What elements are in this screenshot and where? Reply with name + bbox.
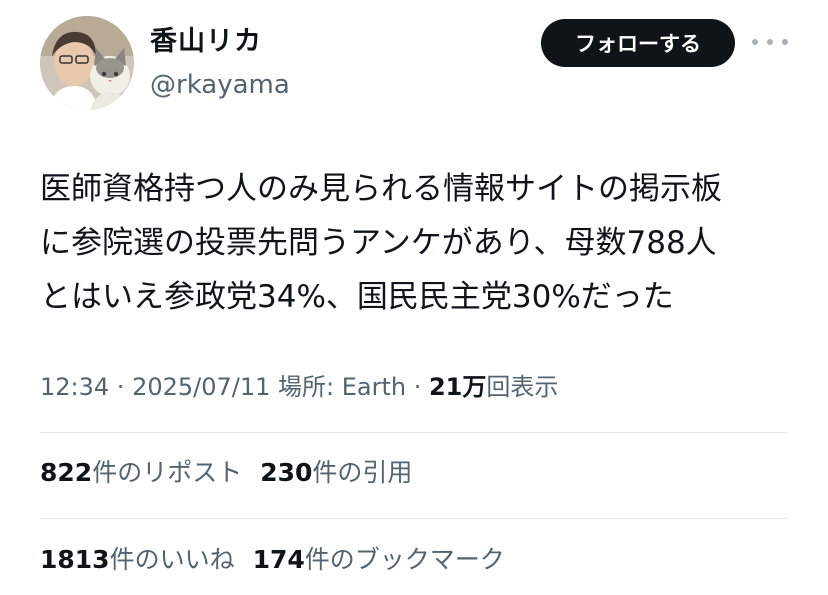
bookmarks-stat[interactable]: 174件のブックマーク	[253, 545, 505, 574]
views-label: 回表示	[486, 373, 559, 401]
tweet-meta: 12:34 · 2025/07/11 場所: Earth · 21万回表示	[40, 369, 558, 405]
bookmarks-label: 件のブックマーク	[304, 545, 505, 574]
reposts-label: 件のリポスト	[92, 458, 243, 487]
more-horizontal-icon[interactable]	[752, 30, 788, 54]
likes-count: 1813	[40, 545, 110, 574]
reposts-count: 822	[40, 458, 93, 487]
tweet-header: 香山リカ @rkayama フォローする	[0, 0, 828, 130]
more-dot	[782, 39, 788, 45]
bookmarks-count: 174	[252, 545, 305, 574]
quotes-count: 230	[260, 458, 313, 487]
follow-button[interactable]: フォローする	[541, 19, 735, 67]
user-handle[interactable]: @rkayama	[150, 68, 290, 102]
tweet-location: 場所: Earth	[270, 373, 407, 401]
divider	[40, 432, 788, 433]
display-name[interactable]: 香山リカ	[150, 24, 262, 60]
avatar-image	[40, 16, 134, 110]
divider	[40, 518, 788, 519]
tweet-time[interactable]: 12:34	[40, 373, 109, 401]
likes-label: 件のいいね	[109, 545, 235, 574]
more-dot	[752, 39, 758, 45]
meta-separator: ·	[109, 373, 133, 401]
quotes-label: 件の引用	[312, 458, 413, 487]
avatar[interactable]	[40, 16, 134, 110]
stats-row-reposts: 822件のリポスト 230件の引用	[40, 455, 430, 491]
reposts-stat[interactable]: 822件のリポスト	[40, 458, 242, 487]
more-dot	[767, 39, 773, 45]
stats-row-likes: 1813件のいいね 174件のブックマーク	[40, 542, 523, 578]
meta-separator: ·	[406, 373, 429, 401]
views-count: 21万	[428, 373, 487, 401]
quotes-stat[interactable]: 230件の引用	[260, 458, 412, 487]
tweet-date[interactable]: 2025/07/11	[132, 373, 270, 401]
tweet-text: 医師資格持つ人のみ見られる情報サイトの掲示板 に参院選の投票先問うアンケがあり、…	[40, 171, 722, 315]
likes-stat[interactable]: 1813件のいいね	[40, 545, 235, 574]
